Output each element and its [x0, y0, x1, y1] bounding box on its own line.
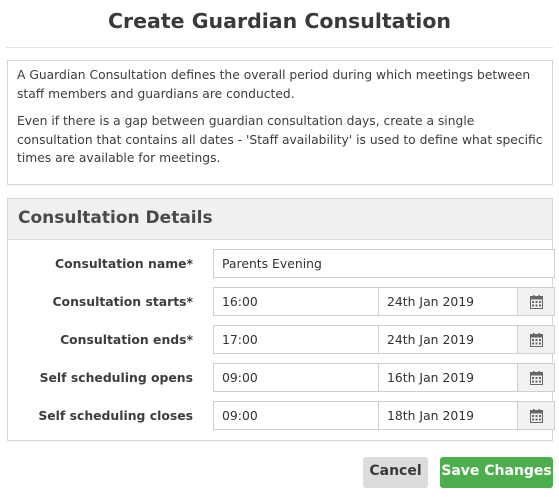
consultation-name-label: Consultation name*: [55, 256, 193, 271]
calendar-icon: [530, 409, 543, 423]
calendar-icon: [530, 295, 543, 309]
consultation-starts-label: Consultation starts*: [52, 294, 193, 309]
self-scheduling-opens-label: Self scheduling opens: [39, 370, 193, 385]
self-scheduling-closes-date-input[interactable]: 18th Jan 2019: [378, 401, 518, 430]
self-scheduling-opens-calendar-button[interactable]: [517, 363, 555, 392]
intro-paragraph-2: Even if there is a gap between guardian …: [17, 114, 543, 165]
consultation-details-header: Consultation Details: [8, 199, 552, 240]
consultation-details-panel: Consultation Details Consultation name* …: [7, 198, 555, 441]
consultation-ends-date-input[interactable]: 24th Jan 2019: [378, 325, 518, 354]
title-divider: [6, 47, 553, 48]
self-scheduling-opens-date-input[interactable]: 16th Jan 2019: [378, 363, 518, 392]
self-scheduling-closes-calendar-button[interactable]: [517, 401, 555, 430]
consultation-ends-time-input[interactable]: 17:00: [213, 325, 379, 354]
consultation-starts-time-input[interactable]: 16:00: [213, 287, 379, 316]
intro-box: A Guardian Consultation defines the over…: [7, 60, 553, 185]
calendar-icon: [530, 333, 543, 347]
consultation-name-input[interactable]: Parents Evening: [213, 249, 555, 278]
consultation-ends-label: Consultation ends*: [60, 332, 193, 347]
self-scheduling-closes-time-input[interactable]: 09:00: [213, 401, 379, 430]
consultation-ends-calendar-button[interactable]: [517, 325, 555, 354]
calendar-icon: [530, 371, 543, 385]
dialog-title: Create Guardian Consultation: [107, 9, 452, 33]
cancel-button[interactable]: Cancel: [363, 457, 428, 488]
save-changes-button[interactable]: Save Changes: [440, 457, 553, 488]
consultation-starts-calendar-button[interactable]: [517, 287, 555, 316]
consultation-starts-date-input[interactable]: 24th Jan 2019: [378, 287, 518, 316]
self-scheduling-closes-label: Self scheduling closes: [38, 408, 193, 423]
self-scheduling-opens-time-input[interactable]: 09:00: [213, 363, 379, 392]
intro-paragraph-1: A Guardian Consultation defines the over…: [17, 68, 531, 101]
